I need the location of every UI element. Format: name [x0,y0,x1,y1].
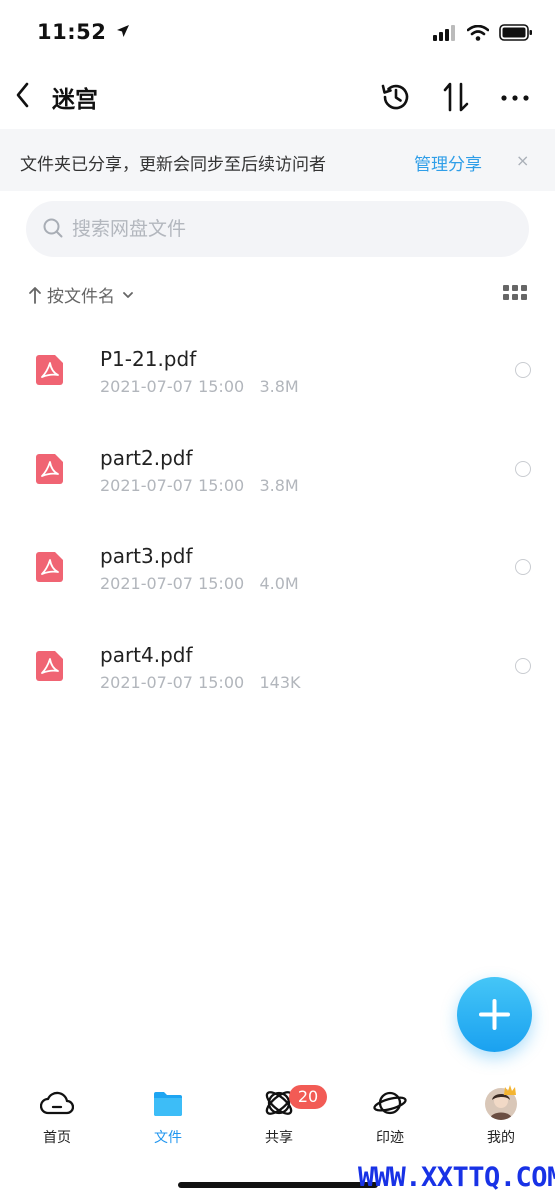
tab-footprint[interactable]: 印迹 [350,1088,430,1158]
file-row[interactable]: P1-21.pdf 2021-07-07 15:00 3.8M [0,325,555,423]
search-icon [43,218,63,238]
planet-icon [373,1091,407,1115]
file-meta: 2021-07-07 15:00 3.8M [100,476,299,495]
file-name: P1-21.pdf [100,347,197,371]
file-meta: 2021-07-07 15:00 143K [100,673,300,692]
file-size: 3.8M [259,377,299,396]
search-input[interactable] [70,213,514,245]
back-chevron-icon[interactable] [12,80,36,110]
tab-label: 印迹 [376,1130,404,1146]
status-time: 11:52 [37,20,130,44]
folder-icon [154,1092,182,1116]
file-row[interactable]: part4.pdf 2021-07-07 15:00 143K [0,621,555,719]
file-size: 143K [259,673,301,692]
file-date: 2021-07-07 15:00 [100,476,245,495]
select-radio[interactable] [515,658,531,674]
page-title: 迷宫 [52,87,98,113]
select-radio[interactable] [515,362,531,378]
file-meta: 2021-07-07 15:00 4.0M [100,574,299,593]
crown-icon [504,1085,516,1095]
pdf-file-icon [36,552,63,582]
notification-badge: 20 [289,1085,327,1109]
file-name: part2.pdf [100,446,193,470]
signal-icon [433,24,455,41]
tab-home[interactable]: 首页 [17,1088,97,1158]
sort-toggle-icon[interactable] [439,80,473,114]
file-row[interactable]: part2.pdf 2021-07-07 15:00 3.8M [0,424,555,522]
history-icon[interactable] [379,80,413,114]
watermark: WWW.XXTTQ.COM [358,1162,555,1193]
chevron-down-icon [123,291,133,298]
pdf-file-icon [36,651,63,681]
sort-label: 按文件名 [47,287,115,307]
cloud-icon [40,1091,74,1115]
pdf-file-icon [36,454,63,484]
status-icons [433,24,533,41]
file-meta: 2021-07-07 15:00 3.8M [100,377,299,396]
tab-label: 共享 [265,1130,293,1146]
banner-close-icon[interactable]: × [516,151,529,170]
home-indicator [178,1182,378,1188]
file-date: 2021-07-07 15:00 [100,574,245,593]
manage-share-link[interactable]: 管理分享 [414,150,482,175]
location-arrow-icon [117,25,130,37]
file-date: 2021-07-07 15:00 [100,377,245,396]
tab-label: 我的 [487,1130,515,1146]
sort-arrow-up-icon [29,286,41,304]
sort-selector[interactable]: 按文件名 [28,282,136,307]
plus-icon [479,999,510,1030]
file-name: part4.pdf [100,643,193,667]
file-date: 2021-07-07 15:00 [100,673,245,692]
file-row[interactable]: part3.pdf 2021-07-07 15:00 4.0M [0,522,555,620]
wifi-icon [467,24,489,41]
file-size: 3.8M [259,476,299,495]
select-radio[interactable] [515,461,531,477]
select-radio[interactable] [515,559,531,575]
file-name: part3.pdf [100,544,193,568]
tab-label: 文件 [154,1130,182,1146]
grid-view-icon[interactable] [503,285,527,301]
battery-icon [499,24,532,41]
add-button[interactable] [457,977,532,1052]
more-icon[interactable] [498,80,532,114]
pdf-file-icon [36,355,63,385]
share-banner-text: 文件夹已分享，更新会同步至后续访问者 [20,155,326,175]
tab-label: 首页 [43,1130,71,1146]
file-size: 4.0M [259,574,299,593]
tab-files[interactable]: 文件 [128,1088,208,1158]
